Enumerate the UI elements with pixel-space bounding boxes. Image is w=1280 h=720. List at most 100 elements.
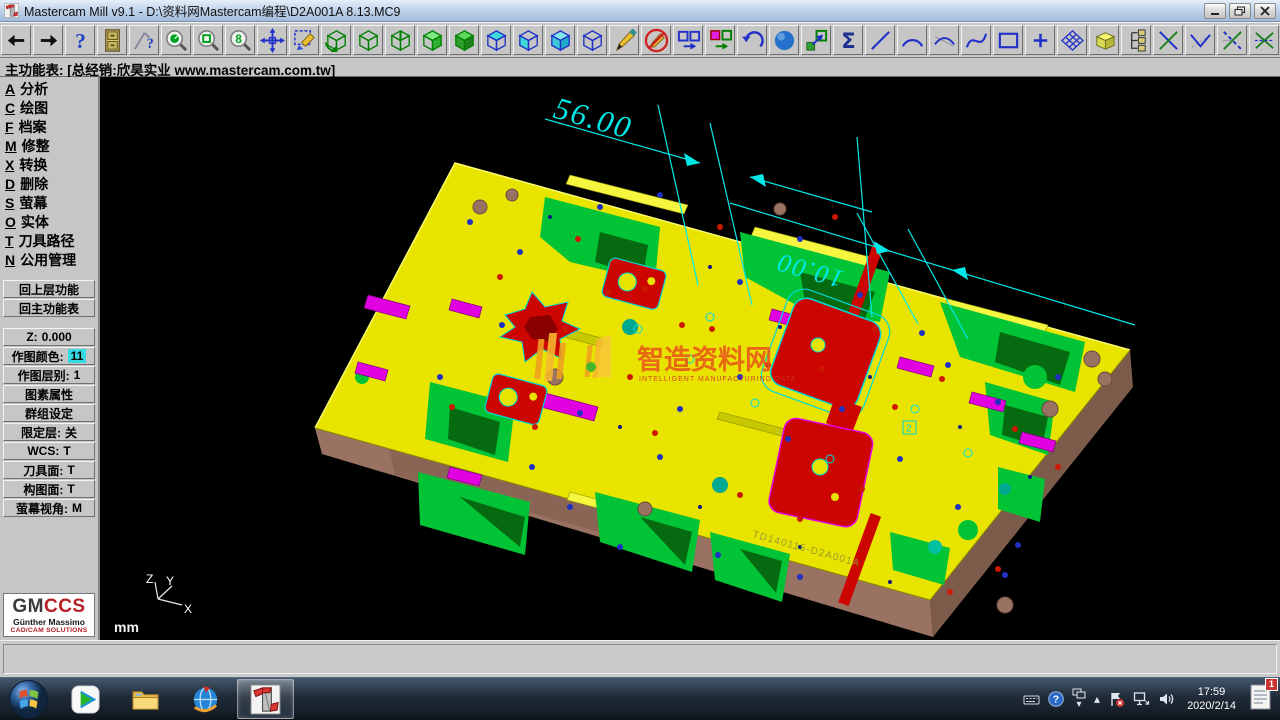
surface-patch-button[interactable] <box>1057 25 1087 55</box>
help-tray-icon[interactable]: ? <box>1048 691 1064 707</box>
line-button[interactable] <box>865 25 895 55</box>
pan-fit-button[interactable] <box>257 25 287 55</box>
action-center-flag-icon[interactable] <box>1108 691 1125 708</box>
minimize-button[interactable] <box>1204 3 1226 19</box>
menu-hotkey: X <box>5 157 14 173</box>
sidebar-status-button-6[interactable]: WCS:T <box>3 442 95 460</box>
point-icon <box>1028 28 1053 53</box>
notes-icon[interactable]: 1 <box>1249 683 1273 716</box>
sidebar-status-button-1[interactable]: 作图颜色:11 <box>3 347 95 365</box>
trim-two-button[interactable] <box>1185 25 1215 55</box>
sidebar-item-f[interactable]: F档案 <box>0 118 98 137</box>
watermark-title: 智造资料网 <box>637 345 772 375</box>
cplane-top-button[interactable] <box>481 25 511 55</box>
sidebar-status-button-4[interactable]: 群组设定 <box>3 404 95 422</box>
sidebar-item-c[interactable]: C绘图 <box>0 99 98 118</box>
watermark-subtitle: INTELLIGENT MANUFACTURING DATA <box>639 376 797 383</box>
window-popup-icon[interactable]: ▾ <box>1072 688 1086 710</box>
rectangle-button[interactable] <box>993 25 1023 55</box>
menu-label: 萤幕 <box>19 195 47 211</box>
solid-box-button[interactable] <box>1089 25 1119 55</box>
network-icon[interactable] <box>1133 691 1150 707</box>
pencil-off-button[interactable] <box>641 25 671 55</box>
taskbar-media-player-button[interactable] <box>57 679 114 719</box>
sphere-button[interactable] <box>769 25 799 55</box>
cplane-solid-button[interactable] <box>545 25 575 55</box>
restore-button[interactable] <box>1229 3 1251 19</box>
sidebar-nav-button-1[interactable]: 回主功能表 <box>3 299 95 317</box>
sidebar-item-m[interactable]: M修整 <box>0 137 98 156</box>
copy-attributes-button[interactable] <box>705 25 735 55</box>
sidebar-item-t[interactable]: T刀具路径 <box>0 232 98 251</box>
tray-date: 2020/2/14 <box>1187 699 1236 713</box>
sidebar-nav-buttons: 回上层功能回主功能表 <box>0 279 98 318</box>
prompt-bar[interactable] <box>0 640 1280 677</box>
volume-icon[interactable] <box>1158 691 1176 707</box>
cplane-front-button[interactable] <box>513 25 543 55</box>
sidebar-item-a[interactable]: A分析 <box>0 80 98 99</box>
rotate-view-button[interactable] <box>321 25 351 55</box>
levels-icon <box>1124 28 1149 53</box>
export-copy-button[interactable] <box>801 25 831 55</box>
chevron-down-icon: ▾ <box>1077 700 1082 710</box>
zoom-button[interactable] <box>161 25 191 55</box>
graphics-viewport[interactable]: 56.00 10.00 2 TD140115-D2A001A 智造资料网 INT… <box>100 77 1280 640</box>
sidebar-item-o[interactable]: O实体 <box>0 213 98 232</box>
taskbar-file-explorer-button[interactable] <box>117 679 174 719</box>
mastercam-icon <box>250 684 281 715</box>
point-button[interactable] <box>1025 25 1055 55</box>
shade-partial-button[interactable] <box>417 25 447 55</box>
sidebar-item-x[interactable]: X转换 <box>0 156 98 175</box>
repaint-button[interactable] <box>289 25 319 55</box>
prompt-input-area[interactable] <box>3 644 1277 674</box>
trim-three-button[interactable] <box>1217 25 1247 55</box>
sigma-button[interactable]: Σ <box>833 25 863 55</box>
taskbar-start-button[interactable] <box>3 678 53 720</box>
back-button[interactable] <box>1 25 31 55</box>
sidebar-nav-button-0[interactable]: 回上层功能 <box>3 280 95 298</box>
menu-label: 绘图 <box>20 100 48 116</box>
logo-line3: CAD/CAM SOLUTIONS <box>5 627 93 634</box>
sidebar-item-s[interactable]: S萤幕 <box>0 194 98 213</box>
spline-button[interactable] <box>961 25 991 55</box>
iso-view-button[interactable] <box>353 25 383 55</box>
sidebar-status-button-3[interactable]: 图素属性 <box>3 385 95 403</box>
axis-y-label: Y <box>166 574 174 588</box>
copy-button[interactable] <box>673 25 703 55</box>
trim-cross-button[interactable] <box>929 25 959 55</box>
sidebar-status-button-2[interactable]: 作图层别:1 <box>3 366 95 384</box>
sidebar-status-buttons: Z:0.000作图颜色:11作图层别:1图素属性群组设定限定层:关WCS:T刀具… <box>0 327 98 518</box>
undo-button[interactable] <box>737 25 767 55</box>
sidebar-item-d[interactable]: D删除 <box>0 175 98 194</box>
taskbar-browser-button[interactable] <box>177 679 234 719</box>
zoom-window-button[interactable] <box>193 25 223 55</box>
taskbar-mastercam-button[interactable] <box>237 679 294 719</box>
sidebar-item-n[interactable]: N公用管理 <box>0 251 98 270</box>
file-cabinet-button[interactable] <box>97 25 127 55</box>
svg-text:?: ? <box>1053 694 1059 706</box>
taskbar-clock[interactable]: 17:59 2020/2/14 <box>1187 685 1236 714</box>
arc-button[interactable] <box>897 25 927 55</box>
sketch-analyze-button[interactable]: ? <box>129 25 159 55</box>
zoom-scale-button[interactable]: 8 <box>225 25 255 55</box>
close-button[interactable] <box>1254 3 1276 19</box>
sidebar-status-button-9[interactable]: 萤幕视角:M <box>3 499 95 517</box>
iso-view-2-button[interactable] <box>385 25 415 55</box>
pencil-button[interactable] <box>609 25 639 55</box>
keyboard-icon[interactable] <box>1023 692 1040 707</box>
window-controls <box>1201 3 1276 19</box>
trim-three-icon <box>1220 28 1245 53</box>
sidebar-status-button-5[interactable]: 限定层:关 <box>3 423 95 441</box>
shade-full-button[interactable] <box>449 25 479 55</box>
trim-divide-button[interactable] <box>1249 25 1279 55</box>
sidebar-status-button-0[interactable]: Z:0.000 <box>3 328 95 346</box>
show-hidden-icons[interactable]: ▴ <box>1094 693 1100 705</box>
help-button[interactable]: ? <box>65 25 95 55</box>
cplane-wire-button[interactable] <box>577 25 607 55</box>
sidebar-status-button-7[interactable]: 刀具面:T <box>3 461 95 479</box>
levels-button[interactable] <box>1121 25 1151 55</box>
trim-one-button[interactable] <box>1153 25 1183 55</box>
file-cabinet-icon <box>100 28 125 53</box>
sidebar-status-button-8[interactable]: 构图面:T <box>3 480 95 498</box>
forward-button[interactable] <box>33 25 63 55</box>
